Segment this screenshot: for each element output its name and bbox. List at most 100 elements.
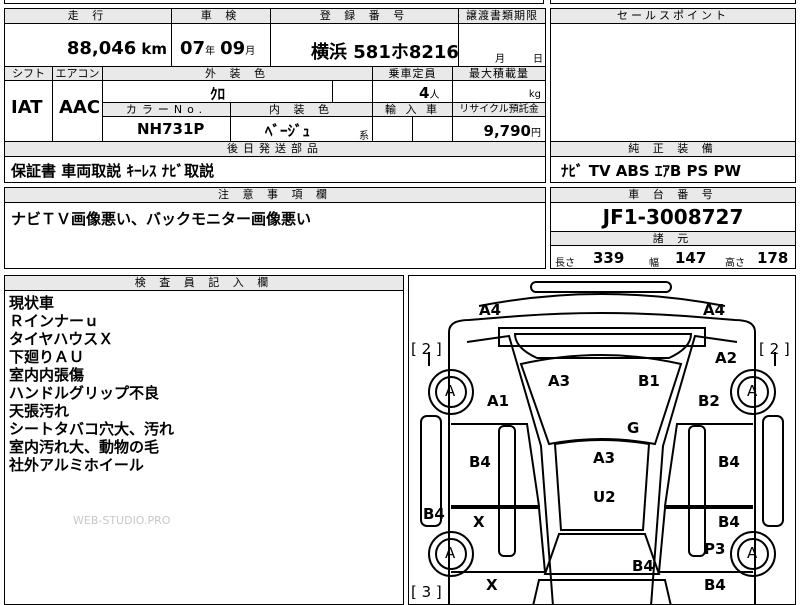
chassis-header: 車 台 番 号 — [551, 188, 795, 203]
import-header: 輸 入 車 — [373, 103, 453, 117]
mileage-header: 走 行 — [5, 9, 172, 24]
specs-header: 諸 元 — [551, 232, 795, 246]
label-x-bottom: X — [486, 576, 498, 594]
shift-header: シフト — [5, 67, 53, 81]
exterior-color-value: ｸﾛ — [103, 81, 333, 103]
sales-point-box: セールスポイント — [550, 8, 796, 142]
wheel-label-front-right: A — [747, 382, 758, 400]
equipment-header: 純 正 装 備 — [551, 142, 795, 157]
interior-color-suffix: 系 — [359, 131, 369, 141]
label-u2: U2 — [593, 488, 616, 506]
registration-header: 登 録 番 号 — [271, 9, 459, 24]
interior-color-header: 内 装 色 — [231, 103, 373, 117]
label-a4-right: A4 — [703, 301, 726, 319]
color-no-header: カラーNo. — [103, 103, 231, 117]
wheel-label-rear-left: A — [445, 544, 456, 562]
width-value: 147 — [675, 249, 707, 267]
chassis-box: 車 台 番 号 JF1-3008727 諸 元 長さ 339 幅 147 高さ … — [550, 187, 796, 269]
width-label: 幅 — [649, 258, 659, 268]
exterior-color-header: 外 装 色 — [103, 67, 373, 81]
top-strip-right — [550, 0, 796, 4]
height-label: 高さ — [725, 258, 745, 268]
transfer-day-unit: 日 — [533, 54, 543, 65]
wheel-label-rear-right: A — [747, 544, 758, 562]
label-bracket-2-left: [ 2 ] — [411, 340, 442, 358]
recycle-cell: 9,790円 — [453, 117, 545, 141]
label-p3: P3 — [704, 540, 726, 558]
note-line: 室内汚れ大、動物の毛 — [9, 438, 160, 456]
label-a3-center: A3 — [593, 449, 616, 467]
interior-color-value: ﾍﾞｰｼﾞｭ — [265, 122, 311, 140]
watermark: WEB-STUDIO.PRO — [73, 514, 171, 527]
inspector-box: 検 査 員 記 入 欄 現状車 Ｒインナーｕ タイヤハウスＸ 下廻りＡＵ 室内内… — [4, 275, 404, 605]
note-line: タイヤハウスＸ — [9, 330, 114, 348]
accessories-header: 後日発送部品 — [5, 142, 545, 157]
label-bracket-3-left: [ 3 ] — [411, 583, 442, 601]
caution-header: 注 意 事 項 欄 — [5, 188, 545, 203]
mileage-value: 88,046 — [66, 38, 137, 59]
recycle-value: 9,790 — [483, 122, 531, 140]
mileage-unit: km — [141, 40, 167, 58]
aircon-value: AAC — [53, 81, 103, 141]
max-load-header: 最大積載量 — [453, 67, 545, 81]
capacity-value: 4 — [419, 84, 430, 102]
note-line: 天張汚れ — [9, 402, 70, 420]
inspection-year: 07 — [180, 38, 206, 59]
label-x-left: X — [473, 513, 485, 531]
note-line: 現状車 — [9, 294, 55, 312]
inspection-cell: 07年 09月 — [172, 24, 271, 67]
length-value: 339 — [593, 249, 625, 267]
damage-map: A4 A4 [ 2 ] [ 2 ] A2 A3 B1 A1 B2 G B4 A3… — [408, 275, 796, 605]
exterior-color-spare — [333, 81, 373, 103]
label-a2: A2 — [715, 349, 738, 367]
inspection-month: 09 — [220, 38, 246, 59]
car-diagram — [420, 281, 784, 604]
aircon-header: エアコン — [53, 67, 103, 81]
inspection-header: 車 検 — [172, 9, 271, 24]
color-no-value: NH731P — [103, 117, 231, 141]
note-line: シートタバコ穴大、汚れ — [9, 420, 175, 438]
note-line: ハンドルグリップ不良 — [9, 384, 160, 402]
length-label: 長さ — [555, 258, 575, 268]
capacity-cell: 4人 — [373, 81, 453, 103]
spec-table: 走 行 車 検 登 録 番 号 譲渡書類期限 88,046 km 07年 09月… — [4, 8, 546, 142]
inspector-notes: 現状車 Ｒインナーｕ タイヤハウスＸ 下廻りＡＵ 室内内張傷 ハンドルグリップ不… — [9, 294, 174, 474]
label-b4-bottom-right: B4 — [704, 576, 726, 594]
label-g: G — [627, 419, 640, 437]
max-load-unit: kg — [453, 81, 545, 103]
transfer-deadline-cell: 月 日 — [459, 24, 545, 67]
height-value: 178 — [757, 249, 789, 267]
caution-box: 注 意 事 項 欄 ナビＴＶ画像悪い、バックモニター画像悪い — [4, 187, 546, 269]
wheel-label-front-left: A — [445, 382, 456, 400]
shift-value: IAT — [5, 81, 53, 141]
recycle-header: リサイクル預託金 — [453, 103, 545, 117]
label-b2: B2 — [698, 392, 720, 410]
label-a4-left: A4 — [479, 301, 502, 319]
note-line: 室内内張傷 — [9, 366, 85, 384]
label-bracket-2-right: [ 2 ] — [759, 340, 790, 358]
registration-value: 横浜 581ホ8216 — [271, 24, 459, 67]
capacity-header: 乗車定員 — [373, 67, 453, 81]
label-b4-left-low: B4 — [423, 505, 445, 523]
note-line: 社外アルミホイール — [9, 456, 144, 474]
top-strip — [4, 0, 544, 4]
note-line: 下廻りＡＵ — [9, 348, 85, 366]
label-b4-left-mid: B4 — [469, 453, 491, 471]
caution-value: ナビＴＶ画像悪い、バックモニター画像悪い — [11, 210, 312, 228]
label-a3-top: A3 — [548, 372, 571, 390]
inspection-year-unit: 年 — [205, 46, 216, 57]
inspection-month-unit: 月 — [245, 46, 256, 57]
note-line: Ｒインナーｕ — [9, 312, 100, 330]
label-a1: A1 — [487, 392, 510, 410]
transfer-deadline-header: 譲渡書類期限 — [459, 9, 545, 24]
equipment-value: ﾅﾋﾞ TV ABS ｴｱB PS PW — [561, 162, 742, 180]
recycle-unit: 円 — [531, 128, 541, 139]
import-cell-a — [373, 117, 413, 141]
sales-point-header: セールスポイント — [551, 9, 795, 24]
accessories-value: 保証書 車両取説 ｷｰﾚｽ ﾅﾋﾞ取説 — [11, 162, 215, 180]
label-b4-bottom-center: B4 — [632, 557, 654, 575]
label-b4-right-mid: B4 — [718, 453, 740, 471]
transfer-month-unit: 月 — [495, 54, 505, 65]
specs-row: 長さ 339 幅 147 高さ 178 — [551, 246, 795, 268]
inspector-header: 検 査 員 記 入 欄 — [5, 276, 403, 291]
